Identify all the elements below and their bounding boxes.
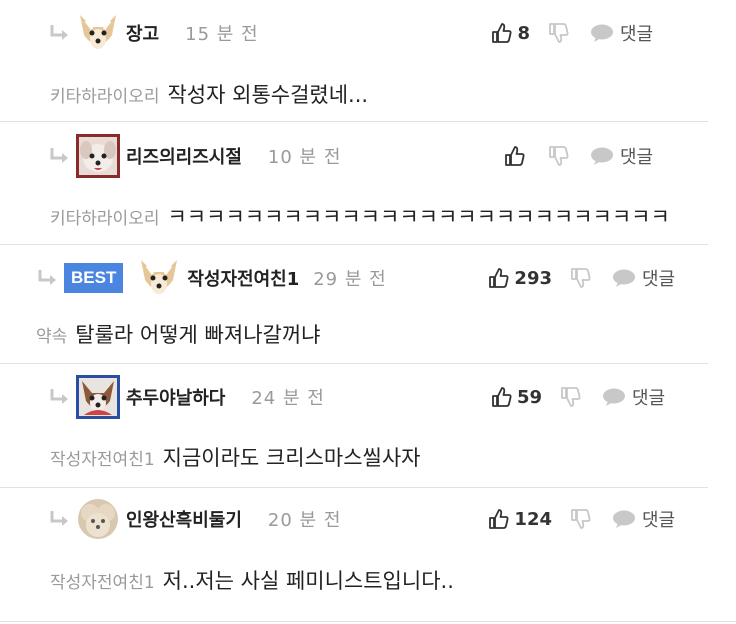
thumbs-down-icon — [549, 23, 569, 43]
reply-label: 댓글 — [620, 24, 654, 45]
avatar[interactable] — [76, 375, 120, 419]
reply-target[interactable]: 키타하라이오리 — [50, 204, 159, 229]
timestamp: 24 분 전 — [251, 388, 325, 409]
thumbs-down-icon — [561, 387, 581, 407]
reply-label: 댓글 — [642, 269, 676, 290]
comment-text: 탈룰라 어떻게 빠져나갈꺼냐 — [75, 323, 321, 347]
reply-button[interactable]: 댓글 — [612, 506, 675, 532]
reply-button[interactable]: 댓글 — [602, 384, 665, 410]
reply-arrow-icon — [48, 23, 70, 43]
avatar[interactable] — [76, 134, 120, 178]
like-button[interactable]: 8 — [488, 22, 530, 44]
reply-label: 댓글 — [620, 147, 654, 168]
comment-item: 추두야날하다 24 분 전 59 댓글 작성자전여친1 지금이라도 크리스마스씰… — [0, 364, 708, 488]
bottom-divider — [0, 621, 736, 622]
reply-button[interactable]: 댓글 — [612, 265, 675, 291]
timestamp: 20 분 전 — [267, 510, 342, 531]
dislike-button[interactable] — [570, 508, 592, 530]
comment-item: 인왕산흑비둘기 20 분 전 124 댓글 작성자전여친1 저..저는 사실 페… — [0, 488, 736, 624]
comment-text: 작성자 외통수걸렸네... — [167, 83, 369, 107]
speech-bubble-icon — [591, 147, 613, 165]
thumbs-down-icon — [571, 509, 591, 529]
speech-bubble-icon — [603, 388, 625, 406]
thumbs-up-icon — [492, 387, 512, 407]
comment-text: 지금이라도 크리스마스씰사자 — [162, 446, 421, 470]
nickname[interactable]: 인왕산흑비둘기 — [126, 506, 242, 532]
like-count: 293 — [514, 267, 552, 289]
like-count: 8 — [517, 22, 530, 44]
nickname[interactable]: 장고 — [126, 20, 159, 46]
reply-label: 댓글 — [632, 388, 666, 409]
timestamp: 10 분 전 — [267, 147, 342, 168]
thumbs-up-icon — [489, 509, 509, 529]
reply-target[interactable]: 약속 — [36, 322, 67, 347]
speech-bubble-icon — [613, 510, 635, 528]
reply-target[interactable]: 작성자전여친1 — [50, 445, 155, 470]
nickname[interactable]: 리즈의리즈시절 — [126, 143, 242, 169]
nickname[interactable]: 작성자전여친1 — [187, 265, 299, 291]
speech-bubble-icon — [591, 24, 613, 42]
timestamp: 15 분 전 — [185, 24, 259, 45]
dislike-button[interactable] — [570, 267, 592, 289]
reply-label: 댓글 — [642, 510, 676, 531]
reply-arrow-icon — [48, 146, 70, 166]
thumbs-up-icon — [492, 23, 512, 43]
speech-bubble-icon — [613, 269, 635, 287]
like-count: 59 — [516, 386, 542, 408]
avatar[interactable] — [76, 11, 120, 55]
nickname[interactable]: 추두야날하다 — [126, 384, 225, 410]
best-badge: BEST — [64, 263, 124, 293]
timestamp: 29 분 전 — [313, 269, 387, 290]
comment-text: ㅋㅋㅋㅋㅋㅋㅋㅋㅋㅋㅋㅋㅋㅋㅋㅋㅋㅋㅋㅋㅋㅋㅋㅋㅋㅋ — [167, 205, 670, 229]
thumbs-up-icon — [505, 146, 525, 166]
comment-text: 저..저는 사실 페미니스트입니다.. — [162, 569, 454, 593]
like-button[interactable] — [488, 145, 530, 167]
thumbs-up-icon — [489, 268, 509, 288]
dislike-button[interactable] — [548, 145, 570, 167]
comment-item: 장고 15 분 전 8 댓글 키타하라이오리 작성자 외통수걸렸네... — [0, 0, 708, 122]
reply-button[interactable]: 댓글 — [590, 20, 653, 46]
like-count: 124 — [514, 508, 552, 530]
like-button[interactable]: 124 — [488, 508, 552, 530]
reply-arrow-icon — [36, 268, 58, 288]
reply-target[interactable]: 작성자전여친1 — [50, 568, 155, 593]
reply-arrow-icon — [48, 387, 70, 407]
reply-button[interactable]: 댓글 — [590, 143, 653, 169]
like-button[interactable]: 59 — [488, 386, 542, 408]
dislike-button[interactable] — [548, 22, 570, 44]
reply-target[interactable]: 키타하라이오리 — [50, 82, 159, 107]
reply-arrow-icon — [48, 509, 70, 529]
avatar[interactable] — [76, 497, 120, 541]
thumbs-down-icon — [549, 146, 569, 166]
comment-item: 리즈의리즈시절 10 분 전 댓글 키타하라이오리 ㅋㅋㅋㅋㅋㅋㅋㅋㅋㅋㅋㅋㅋㅋ… — [0, 122, 708, 245]
dislike-button[interactable] — [560, 386, 582, 408]
avatar[interactable] — [137, 256, 182, 300]
like-button[interactable]: 293 — [488, 267, 552, 289]
comment-item: BEST 작성자전여친1 29 분 전 293 댓글 약속 탈룰라 어떻게 빠져… — [0, 245, 708, 364]
thumbs-down-icon — [571, 268, 591, 288]
